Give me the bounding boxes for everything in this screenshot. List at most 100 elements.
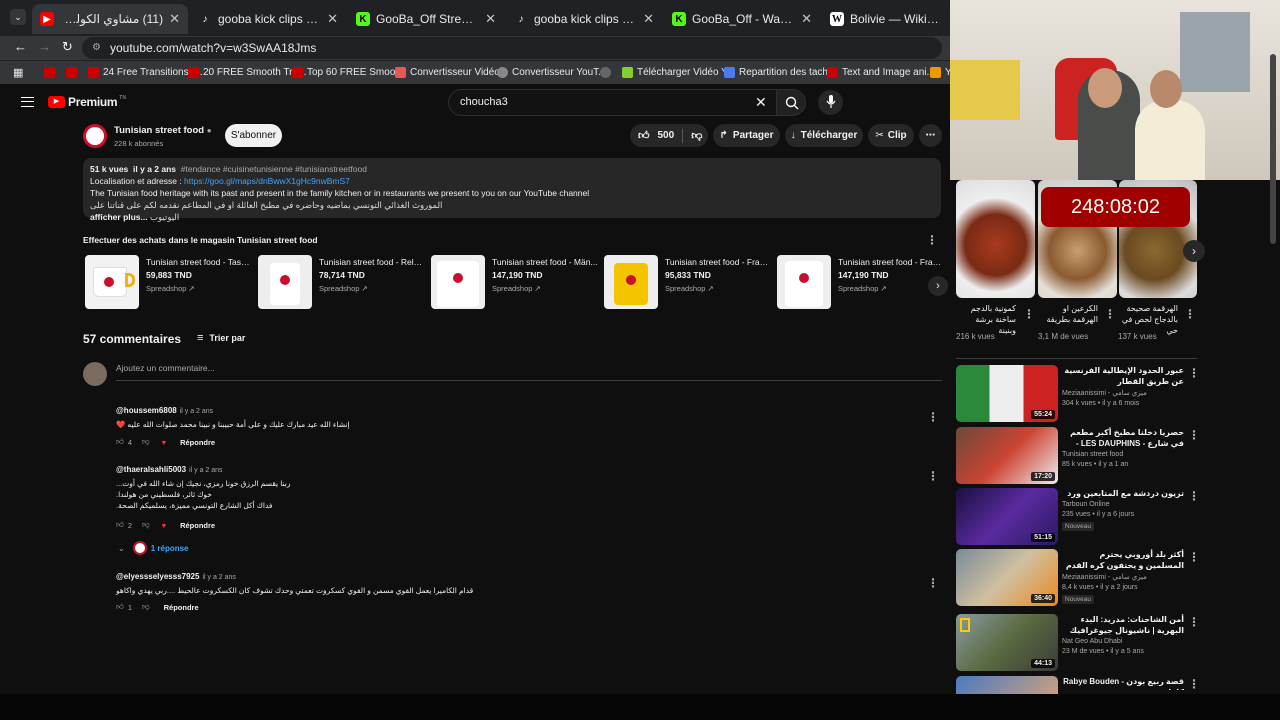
youtube-logo[interactable]: ▶ Premium TN	[48, 95, 126, 109]
product-card[interactable]: Tunisian street food - Frau... 147,190 T…	[777, 255, 942, 311]
thumbs-down-icon[interactable]: 👎︎	[142, 520, 150, 530]
short-menu-icon[interactable]: ⋮	[1104, 307, 1116, 321]
bookmark-item[interactable]: Convertisseur Vidéo...	[395, 67, 508, 78]
shop-next-button[interactable]: ›	[928, 276, 948, 296]
clip-button[interactable]: ✂ Clip	[868, 124, 914, 147]
thumbs-up-icon[interactable]: 👍︎	[116, 602, 124, 612]
comment-author[interactable]: @elyessselyesss7925	[116, 572, 199, 581]
tab-list-button[interactable]: ⌄	[10, 9, 26, 25]
video-thumbnail[interactable]: 44:13	[956, 614, 1058, 671]
comment-author[interactable]: @houssem6808	[116, 406, 177, 415]
sort-button[interactable]: ≡ Trier par	[197, 332, 245, 344]
reply-button[interactable]: Répondre	[180, 521, 215, 530]
video-meta[interactable]: Rabye Bouden - قصة ربيع بودن كاملة	[1062, 676, 1184, 690]
menu-icon[interactable]	[21, 97, 34, 107]
close-tab-icon[interactable]: ✕	[801, 11, 812, 27]
video-menu-icon[interactable]: ⋮	[1188, 428, 1200, 442]
shop-more-icon[interactable]: ⋮	[926, 233, 938, 247]
video-menu-icon[interactable]: ⋮	[1188, 677, 1200, 691]
reply-button[interactable]: Répondre	[180, 438, 215, 447]
video-thumbnail[interactable]: 36:40	[956, 549, 1058, 606]
forward-icon[interactable]: →	[38, 39, 51, 54]
voice-search-button[interactable]	[818, 90, 843, 115]
share-button[interactable]: ↱ Partager	[713, 124, 780, 147]
bookmark-item[interactable]: 24 Free Transitions f...	[88, 67, 203, 78]
search-input[interactable]: choucha3	[448, 89, 778, 116]
browser-tab[interactable]: W Bolivie — Wikipédia	[822, 4, 950, 34]
video-thumbnail[interactable]: 17:20	[956, 427, 1058, 484]
video-meta[interactable]: حصريا دخلنا مطبخ أكبر مطعم في شارع - LES…	[1062, 427, 1184, 468]
reply-button[interactable]: Répondre	[164, 603, 199, 612]
close-tab-icon[interactable]: ✕	[327, 11, 338, 27]
bookmark-item[interactable]: Text and Image ani...	[827, 67, 935, 78]
show-more-link[interactable]: ...afficher plus	[90, 212, 148, 222]
short-thumbnail[interactable]	[956, 180, 1035, 298]
product-card[interactable]: Tunisian street food - Frau... 95,833 TN…	[604, 255, 774, 311]
bookmark-item[interactable]: Top 60 FREE Smoot...	[292, 67, 407, 78]
bookmark-item[interactable]: Convertisseur YouT...	[497, 67, 607, 78]
video-meta[interactable]: أكثر بلد أوروبي يحترم المسلمين و يحتفون …	[1062, 549, 1184, 604]
video-description[interactable]: 51 k vues il y a 2 ans #tendance #cuisin…	[83, 158, 941, 222]
bookmark-item[interactable]: 20 FREE Smooth Tra...	[188, 67, 306, 78]
video-menu-icon[interactable]: ⋮	[1188, 615, 1200, 629]
site-info-icon[interactable]: ⚙	[92, 37, 101, 59]
video-thumbnail[interactable]: 55:24	[956, 365, 1058, 422]
browser-tab[interactable]: ♪ gooba kick clips | TikTok(+99) ✕	[190, 4, 346, 34]
location-link[interactable]: https://goo.gl/maps/dnBwwX1gHc9nwBmS7	[184, 176, 350, 186]
thumbs-down-icon[interactable]: 👎︎	[142, 602, 150, 612]
thumbs-up-icon[interactable]: 👍︎	[116, 520, 124, 530]
video-menu-icon[interactable]: ⋮	[1188, 366, 1200, 380]
product-card[interactable]: Tunisian street food - Tass... 59,883 TN…	[85, 255, 255, 311]
clear-search-icon[interactable]: ✕	[755, 94, 767, 111]
comment-menu-icon[interactable]: ⋮	[927, 576, 939, 590]
page-scrollbar[interactable]	[1270, 50, 1276, 690]
comment-time[interactable]: il y a 2 ans	[180, 408, 213, 415]
channel-avatar[interactable]	[83, 124, 107, 148]
close-tab-icon[interactable]: ✕	[643, 11, 654, 27]
bookmark-item[interactable]: Repartition des tach...	[724, 67, 836, 78]
more-actions-button[interactable]: ⋯	[919, 124, 942, 147]
video-menu-icon[interactable]: ⋮	[1188, 550, 1200, 564]
like-button[interactable]: 👍︎ 500	[638, 129, 674, 142]
video-meta[interactable]: تريون دردشة مع المتابعين ورد على الأسئلة…	[1062, 488, 1184, 531]
subscribe-button[interactable]: S'abonner	[225, 124, 282, 147]
comment-menu-icon[interactable]: ⋮	[927, 410, 939, 424]
browser-tab[interactable]: K GooBa_Off - Watch clips on Kic ✕	[664, 4, 820, 34]
close-tab-icon[interactable]: ✕	[169, 11, 180, 27]
comment-menu-icon[interactable]: ⋮	[927, 469, 939, 483]
short-menu-icon[interactable]: ⋮	[1184, 307, 1196, 321]
reload-icon[interactable]: ↻	[62, 39, 73, 55]
search-button[interactable]	[776, 89, 806, 116]
video-thumbnail[interactable]	[956, 676, 1058, 695]
bookmark-item[interactable]	[66, 67, 81, 78]
video-meta[interactable]: عبور الحدود الإيطالية الفرنسية عن طريق ا…	[1062, 365, 1184, 407]
download-button[interactable]: ↓ Télécharger	[785, 124, 863, 147]
hashtags[interactable]: #tendance #cuisinetunisienne #tunisianst…	[181, 164, 367, 174]
add-comment-input[interactable]: Ajoutez un commentaire...	[116, 363, 942, 381]
browser-tab[interactable]: ♪ gooba kick clips | TikTok(+99) ✕	[506, 4, 662, 34]
dislike-button[interactable]: 👎︎	[691, 129, 702, 142]
comment-time[interactable]: il y a 2 ans	[189, 467, 222, 474]
comment-time[interactable]: il y a 2 ans	[202, 574, 235, 581]
apps-icon[interactable]: ▦	[13, 66, 23, 79]
thumbs-up-icon[interactable]: 👍︎	[116, 437, 124, 447]
scrollbar-thumb[interactable]	[1270, 54, 1276, 244]
close-tab-icon[interactable]: ✕	[485, 11, 496, 27]
thumbs-down-icon[interactable]: 👎︎	[142, 437, 150, 447]
video-thumbnail[interactable]: 51:15	[956, 488, 1058, 545]
bookmark-item[interactable]	[44, 67, 59, 78]
comment-author[interactable]: @thaeralsahli5003	[116, 465, 186, 474]
product-card[interactable]: Tunisian street food - Rela... 78,714 TN…	[258, 255, 428, 311]
shorts-next-button[interactable]: ›	[1183, 240, 1205, 262]
browser-tab-active[interactable]: ▶ (11) مشاوي الكولوار حكاية أخرى ✕	[32, 4, 188, 34]
product-card[interactable]: Tunisian street food - Män... 147,190 TN…	[431, 255, 601, 311]
bookmark-item[interactable]	[600, 67, 615, 78]
short-title[interactable]: الكرعين او الهرقمة بطريقة	[1038, 303, 1099, 325]
back-icon[interactable]: ←	[14, 39, 27, 54]
short-menu-icon[interactable]: ⋮	[1023, 307, 1035, 321]
video-menu-icon[interactable]: ⋮	[1188, 489, 1200, 503]
video-meta[interactable]: أمن الشاحنات: مدريد: البدء البهرية | ناش…	[1062, 614, 1184, 655]
channel-name[interactable]: Tunisian street food ●	[114, 125, 212, 136]
browser-tab[interactable]: K GooBa_Off Stream - Watch Live ✕	[348, 4, 504, 34]
show-replies-button[interactable]: ⌄ 1 réponse	[118, 541, 189, 555]
